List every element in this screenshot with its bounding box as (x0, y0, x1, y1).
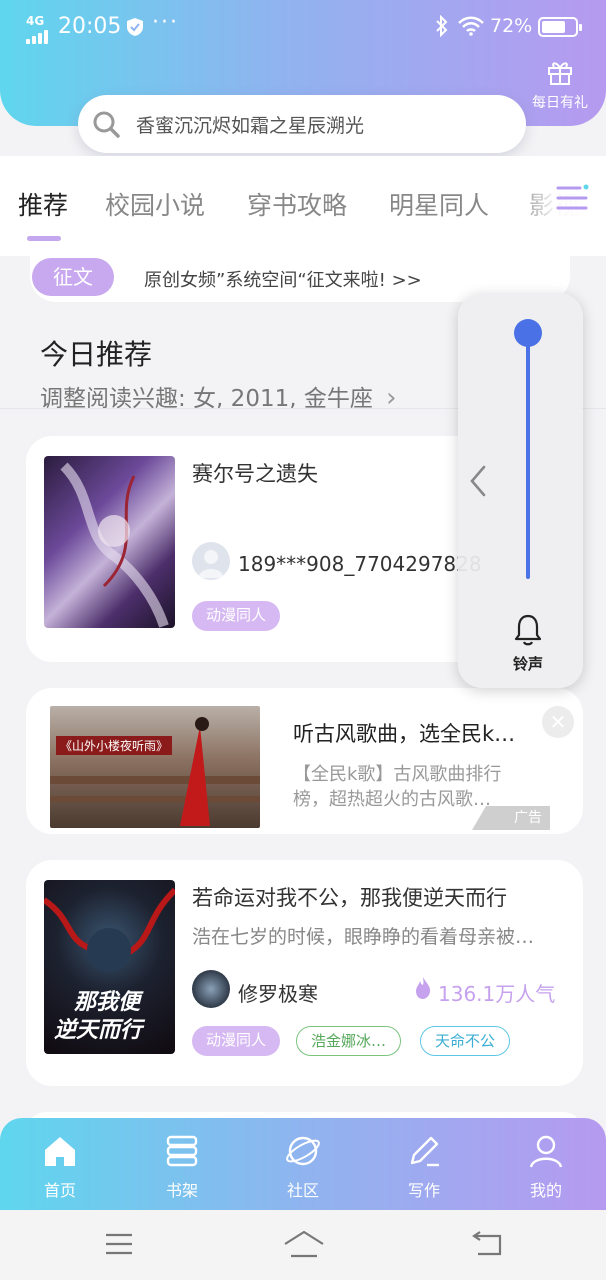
nav-me[interactable]: 我的 (506, 1132, 586, 1201)
ad-close-button[interactable]: ✕ (542, 706, 574, 738)
ad-image-caption: 《山外小楼夜听雨》 (56, 736, 173, 755)
tab-transmigration[interactable]: 穿书攻略 (247, 186, 347, 222)
tab-celebrity-fanfic[interactable]: 明星同人 (389, 186, 489, 222)
ad-image: 《山外小楼夜听雨》 (50, 706, 260, 828)
cover-title-line2: 逆天而行 (54, 1018, 143, 1043)
battery-fill (542, 21, 566, 33)
nav-write[interactable]: 写作 (384, 1132, 464, 1201)
daily-gift-label: 每日有礼 (532, 95, 588, 111)
nav-bookshelf[interactable]: 书架 (142, 1132, 222, 1201)
home-nav-icon[interactable] (283, 1230, 325, 1260)
search-placeholder: 香蜜沉沉烬如霜之星辰溯光 (136, 115, 365, 137)
chevron-left-icon[interactable] (466, 461, 490, 501)
category-menu-icon[interactable] (556, 182, 590, 214)
nav-community-label: 社区 (286, 1181, 319, 1200)
volume-slider-track[interactable] (526, 333, 530, 579)
tab-recommend[interactable]: 推荐 (18, 186, 68, 222)
more-notifications-icon: ··· (152, 10, 179, 35)
book-description: 浩在七岁的时候，眼睁睁的看着母亲被… (192, 926, 535, 948)
bookshelf-icon (166, 1135, 198, 1167)
back-icon[interactable] (472, 1230, 504, 1258)
book-card[interactable]: 那我便 逆天而行 若命运对我不公，那我便逆天而行 浩在七岁的时候，眼睁睁的看着母… (26, 860, 583, 1086)
contest-tag: 征文 (32, 258, 114, 296)
ad-description: 【全民k歌】古风歌曲排行榜，超热超火的古风歌… (293, 764, 502, 810)
search-icon (93, 111, 120, 138)
nav-write-label: 写作 (407, 1181, 440, 1200)
active-tab-indicator (27, 236, 61, 241)
battery-icon (538, 17, 582, 37)
wifi-icon (458, 16, 484, 36)
category-tabs: 推荐 校园小说 穿书攻略 明星同人 影视 (0, 156, 606, 256)
search-input[interactable]: 香蜜沉沉烬如霜之星辰溯光 (78, 95, 526, 153)
nav-community[interactable]: 社区 (263, 1132, 343, 1201)
bottom-navigation: 首页 书架 社区 写作 我的 (0, 1118, 606, 1210)
menu-icon[interactable] (104, 1230, 134, 1258)
volume-panel: 铃声 (458, 293, 583, 688)
nav-me-label: 我的 (529, 1181, 562, 1200)
book-title: 赛尔号之遗失 (192, 462, 318, 486)
user-icon (529, 1135, 563, 1168)
tab-campus-novel[interactable]: 校园小说 (105, 186, 205, 222)
popularity-count: 136.1万人气 (438, 982, 556, 1006)
book-tag[interactable]: 浩金娜冰… (296, 1026, 402, 1056)
author-name: 修罗极寒 (238, 982, 318, 1006)
status-bar: 4G 20:05 ··· 72% (0, 0, 606, 56)
section-title: 今日推荐 (40, 338, 153, 371)
book-title: 若命运对我不公，那我便逆天而行 (192, 886, 507, 910)
book-tag[interactable]: 天命不公 (420, 1026, 511, 1056)
author-avatar (192, 970, 230, 1008)
book-cover (44, 456, 175, 628)
planet-icon (286, 1136, 320, 1166)
bell-icon[interactable] (512, 613, 544, 647)
volume-slider-handle[interactable] (514, 319, 542, 347)
ad-title: 听古风歌曲，选全民k… (293, 722, 516, 746)
book-cover: 那我便 逆天而行 (44, 880, 175, 1054)
home-icon (45, 1137, 75, 1166)
bluetooth-icon (436, 15, 448, 37)
system-navigation-bar (0, 1210, 606, 1280)
author-avatar (192, 542, 230, 580)
gift-icon (548, 62, 572, 85)
daily-gift-button[interactable]: 每日有礼 (528, 58, 592, 112)
pen-icon (410, 1136, 439, 1167)
nav-bookshelf-label: 书架 (165, 1181, 198, 1200)
shield-icon (127, 18, 143, 36)
contest-notice-text: 原创女频”系统空间“征文来啦! >> (144, 270, 422, 291)
ad-card[interactable]: 《山外小楼夜听雨》 听古风歌曲，选全民k… 【全民k歌】古风歌曲排行榜，超热超火… (26, 688, 583, 834)
book-tag[interactable]: 动漫同人 (192, 1026, 281, 1056)
nav-home[interactable]: 首页 (20, 1132, 100, 1201)
battery-percent: 72% (490, 15, 533, 37)
author-name: 189***908_7704297828 (238, 552, 482, 576)
book-tag[interactable]: 动漫同人 (192, 601, 281, 631)
network-type: 4G (26, 14, 45, 28)
ringtone-label: 铃声 (512, 655, 543, 673)
flame-icon (416, 977, 431, 999)
nav-home-label: 首页 (43, 1181, 76, 1200)
clock: 20:05 (58, 14, 122, 39)
